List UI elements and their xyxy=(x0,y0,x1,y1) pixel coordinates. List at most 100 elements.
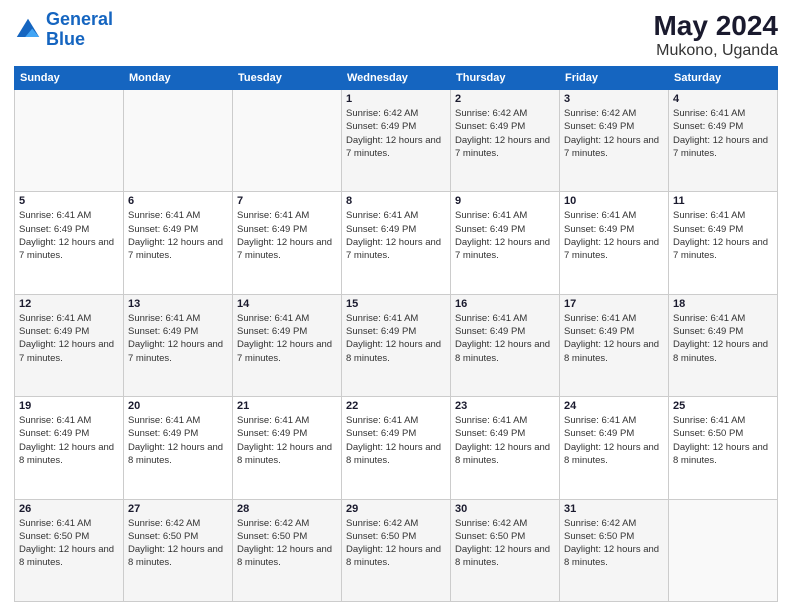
day-info: Sunrise: 6:42 AM Sunset: 6:50 PM Dayligh… xyxy=(564,517,664,570)
calendar-cell: 1Sunrise: 6:42 AM Sunset: 6:49 PM Daylig… xyxy=(342,90,451,192)
weekday-header: Sunday xyxy=(15,67,124,90)
logo: General Blue xyxy=(14,10,113,50)
calendar-cell: 29 Sunrise: 6:42 AM Sunset: 6:50 PM Dayli… xyxy=(342,499,451,601)
calendar-cell: 18Sunrise: 6:41 AM Sunset: 6:49 PM Dayli… xyxy=(669,294,778,396)
calendar-cell: 26 Sunrise: 6:41 AM Sunset: 6:50 PM Dayli… xyxy=(15,499,124,601)
weekday-header: Thursday xyxy=(451,67,560,90)
day-info: Sunrise: 6:41 AM Sunset: 6:49 PM Dayligh… xyxy=(673,312,773,365)
calendar-cell: 19 Sunrise: 6:41 AM Sunset: 6:49 PM Dayli… xyxy=(15,397,124,499)
calendar-cell xyxy=(669,499,778,601)
day-number: 29 xyxy=(346,503,446,515)
day-number: 6 xyxy=(128,195,228,207)
calendar-cell: 10 Sunrise: 6:41 AM Sunset: 6:49 PM Dayli… xyxy=(560,192,669,294)
calendar-cell: 4 Sunrise: 6:41 AM Sunset: 6:49 PM Daylig… xyxy=(669,90,778,192)
calendar-cell: 22 Sunrise: 6:41 AM Sunset: 6:49 PM Dayli… xyxy=(342,397,451,499)
calendar-table: SundayMondayTuesdayWednesdayThursdayFrid… xyxy=(14,66,778,602)
day-info: Sunrise: 6:41 AM Sunset: 6:49 PM Dayligh… xyxy=(237,209,337,262)
day-info: Sunrise: 6:41 AM Sunset: 6:49 PM Dayligh… xyxy=(19,209,119,262)
calendar-cell: 12 Sunrise: 6:41 AM Sunset: 6:49 PM Dayli… xyxy=(15,294,124,396)
day-number: 5 xyxy=(19,195,119,207)
calendar-cell: 17Sunrise: 6:41 AM Sunset: 6:49 PM Dayli… xyxy=(560,294,669,396)
day-number: 27 xyxy=(128,503,228,515)
day-number: 16 xyxy=(455,298,555,310)
day-number: 30 xyxy=(455,503,555,515)
calendar-cell: 7 Sunrise: 6:41 AM Sunset: 6:49 PM Daylig… xyxy=(233,192,342,294)
calendar-cell: 15Sunrise: 6:41 AM Sunset: 6:49 PM Dayli… xyxy=(342,294,451,396)
weekday-header: Friday xyxy=(560,67,669,90)
weekday-header: Saturday xyxy=(669,67,778,90)
calendar-week-row: 5 Sunrise: 6:41 AM Sunset: 6:49 PM Daylig… xyxy=(15,192,778,294)
day-number: 3 xyxy=(564,93,664,105)
calendar-cell: 28 Sunrise: 6:42 AM Sunset: 6:50 PM Dayli… xyxy=(233,499,342,601)
day-number: 28 xyxy=(237,503,337,515)
calendar-cell: 14 Sunrise: 6:41 AM Sunset: 6:49 PM Dayli… xyxy=(233,294,342,396)
calendar-cell: 23 Sunrise: 6:41 AM Sunset: 6:49 PM Dayli… xyxy=(451,397,560,499)
calendar-cell: 31 Sunrise: 6:42 AM Sunset: 6:50 PM Dayli… xyxy=(560,499,669,601)
calendar-cell xyxy=(233,90,342,192)
calendar-cell: 2Sunrise: 6:42 AM Sunset: 6:49 PM Daylig… xyxy=(451,90,560,192)
calendar-cell xyxy=(15,90,124,192)
day-info: Sunrise: 6:41 AM Sunset: 6:49 PM Dayligh… xyxy=(346,312,446,365)
day-number: 14 xyxy=(237,298,337,310)
calendar-cell: 30 Sunrise: 6:42 AM Sunset: 6:50 PM Dayli… xyxy=(451,499,560,601)
day-info: Sunrise: 6:41 AM Sunset: 6:49 PM Dayligh… xyxy=(237,414,337,467)
calendar-week-row: 12 Sunrise: 6:41 AM Sunset: 6:49 PM Dayli… xyxy=(15,294,778,396)
page: General Blue May 2024 Mukono, Uganda Sun… xyxy=(0,0,792,612)
day-info: Sunrise: 6:42 AM Sunset: 6:50 PM Dayligh… xyxy=(455,517,555,570)
day-number: 19 xyxy=(19,400,119,412)
header: General Blue May 2024 Mukono, Uganda xyxy=(14,10,778,60)
calendar-cell: 27 Sunrise: 6:42 AM Sunset: 6:50 PM Dayli… xyxy=(124,499,233,601)
calendar-week-row: 19 Sunrise: 6:41 AM Sunset: 6:49 PM Dayli… xyxy=(15,397,778,499)
day-number: 17 xyxy=(564,298,664,310)
day-number: 11 xyxy=(673,195,773,207)
day-info: Sunrise: 6:41 AM Sunset: 6:49 PM Dayligh… xyxy=(564,209,664,262)
day-number: 21 xyxy=(237,400,337,412)
day-info: Sunrise: 6:41 AM Sunset: 6:49 PM Dayligh… xyxy=(455,414,555,467)
day-info: Sunrise: 6:41 AM Sunset: 6:50 PM Dayligh… xyxy=(19,517,119,570)
calendar-title: May 2024 xyxy=(653,10,778,42)
calendar-cell xyxy=(124,90,233,192)
day-number: 7 xyxy=(237,195,337,207)
day-info: Sunrise: 6:42 AM Sunset: 6:50 PM Dayligh… xyxy=(346,517,446,570)
day-info: Sunrise: 6:41 AM Sunset: 6:49 PM Dayligh… xyxy=(346,414,446,467)
day-info: Sunrise: 6:42 AM Sunset: 6:50 PM Dayligh… xyxy=(128,517,228,570)
day-info: Sunrise: 6:41 AM Sunset: 6:49 PM Dayligh… xyxy=(673,209,773,262)
day-number: 24 xyxy=(564,400,664,412)
day-info: Sunrise: 6:41 AM Sunset: 6:49 PM Dayligh… xyxy=(346,209,446,262)
day-info: Sunrise: 6:41 AM Sunset: 6:49 PM Dayligh… xyxy=(19,414,119,467)
title-block: May 2024 Mukono, Uganda xyxy=(653,10,778,60)
day-info: Sunrise: 6:41 AM Sunset: 6:49 PM Dayligh… xyxy=(128,414,228,467)
calendar-cell: 11 Sunrise: 6:41 AM Sunset: 6:49 PM Dayli… xyxy=(669,192,778,294)
calendar-cell: 9 Sunrise: 6:41 AM Sunset: 6:49 PM Daylig… xyxy=(451,192,560,294)
day-number: 10 xyxy=(564,195,664,207)
day-number: 26 xyxy=(19,503,119,515)
day-info: Sunrise: 6:41 AM Sunset: 6:49 PM Dayligh… xyxy=(673,107,773,160)
day-info: Sunrise: 6:42 AM Sunset: 6:49 PM Dayligh… xyxy=(564,107,664,160)
day-number: 2 xyxy=(455,93,555,105)
day-number: 13 xyxy=(128,298,228,310)
day-number: 22 xyxy=(346,400,446,412)
day-number: 12 xyxy=(19,298,119,310)
day-number: 9 xyxy=(455,195,555,207)
day-number: 23 xyxy=(455,400,555,412)
calendar-cell: 13Sunrise: 6:41 AM Sunset: 6:49 PM Dayli… xyxy=(124,294,233,396)
day-info: Sunrise: 6:41 AM Sunset: 6:49 PM Dayligh… xyxy=(564,414,664,467)
day-info: Sunrise: 6:41 AM Sunset: 6:49 PM Dayligh… xyxy=(237,312,337,365)
weekday-header: Monday xyxy=(124,67,233,90)
day-info: Sunrise: 6:41 AM Sunset: 6:49 PM Dayligh… xyxy=(19,312,119,365)
calendar-subtitle: Mukono, Uganda xyxy=(653,42,778,60)
logo-line1: General xyxy=(46,9,113,29)
calendar-cell: 20 Sunrise: 6:41 AM Sunset: 6:49 PM Dayli… xyxy=(124,397,233,499)
day-number: 31 xyxy=(564,503,664,515)
day-number: 20 xyxy=(128,400,228,412)
calendar-cell: 8Sunrise: 6:41 AM Sunset: 6:49 PM Daylig… xyxy=(342,192,451,294)
calendar-cell: 5 Sunrise: 6:41 AM Sunset: 6:49 PM Daylig… xyxy=(15,192,124,294)
calendar-header-row: SundayMondayTuesdayWednesdayThursdayFrid… xyxy=(15,67,778,90)
day-info: Sunrise: 6:42 AM Sunset: 6:50 PM Dayligh… xyxy=(237,517,337,570)
calendar-cell: 24 Sunrise: 6:41 AM Sunset: 6:49 PM Dayli… xyxy=(560,397,669,499)
calendar-cell: 16Sunrise: 6:41 AM Sunset: 6:49 PM Dayli… xyxy=(451,294,560,396)
day-info: Sunrise: 6:42 AM Sunset: 6:49 PM Dayligh… xyxy=(346,107,446,160)
day-number: 4 xyxy=(673,93,773,105)
day-info: Sunrise: 6:41 AM Sunset: 6:49 PM Dayligh… xyxy=(455,209,555,262)
weekday-header: Wednesday xyxy=(342,67,451,90)
